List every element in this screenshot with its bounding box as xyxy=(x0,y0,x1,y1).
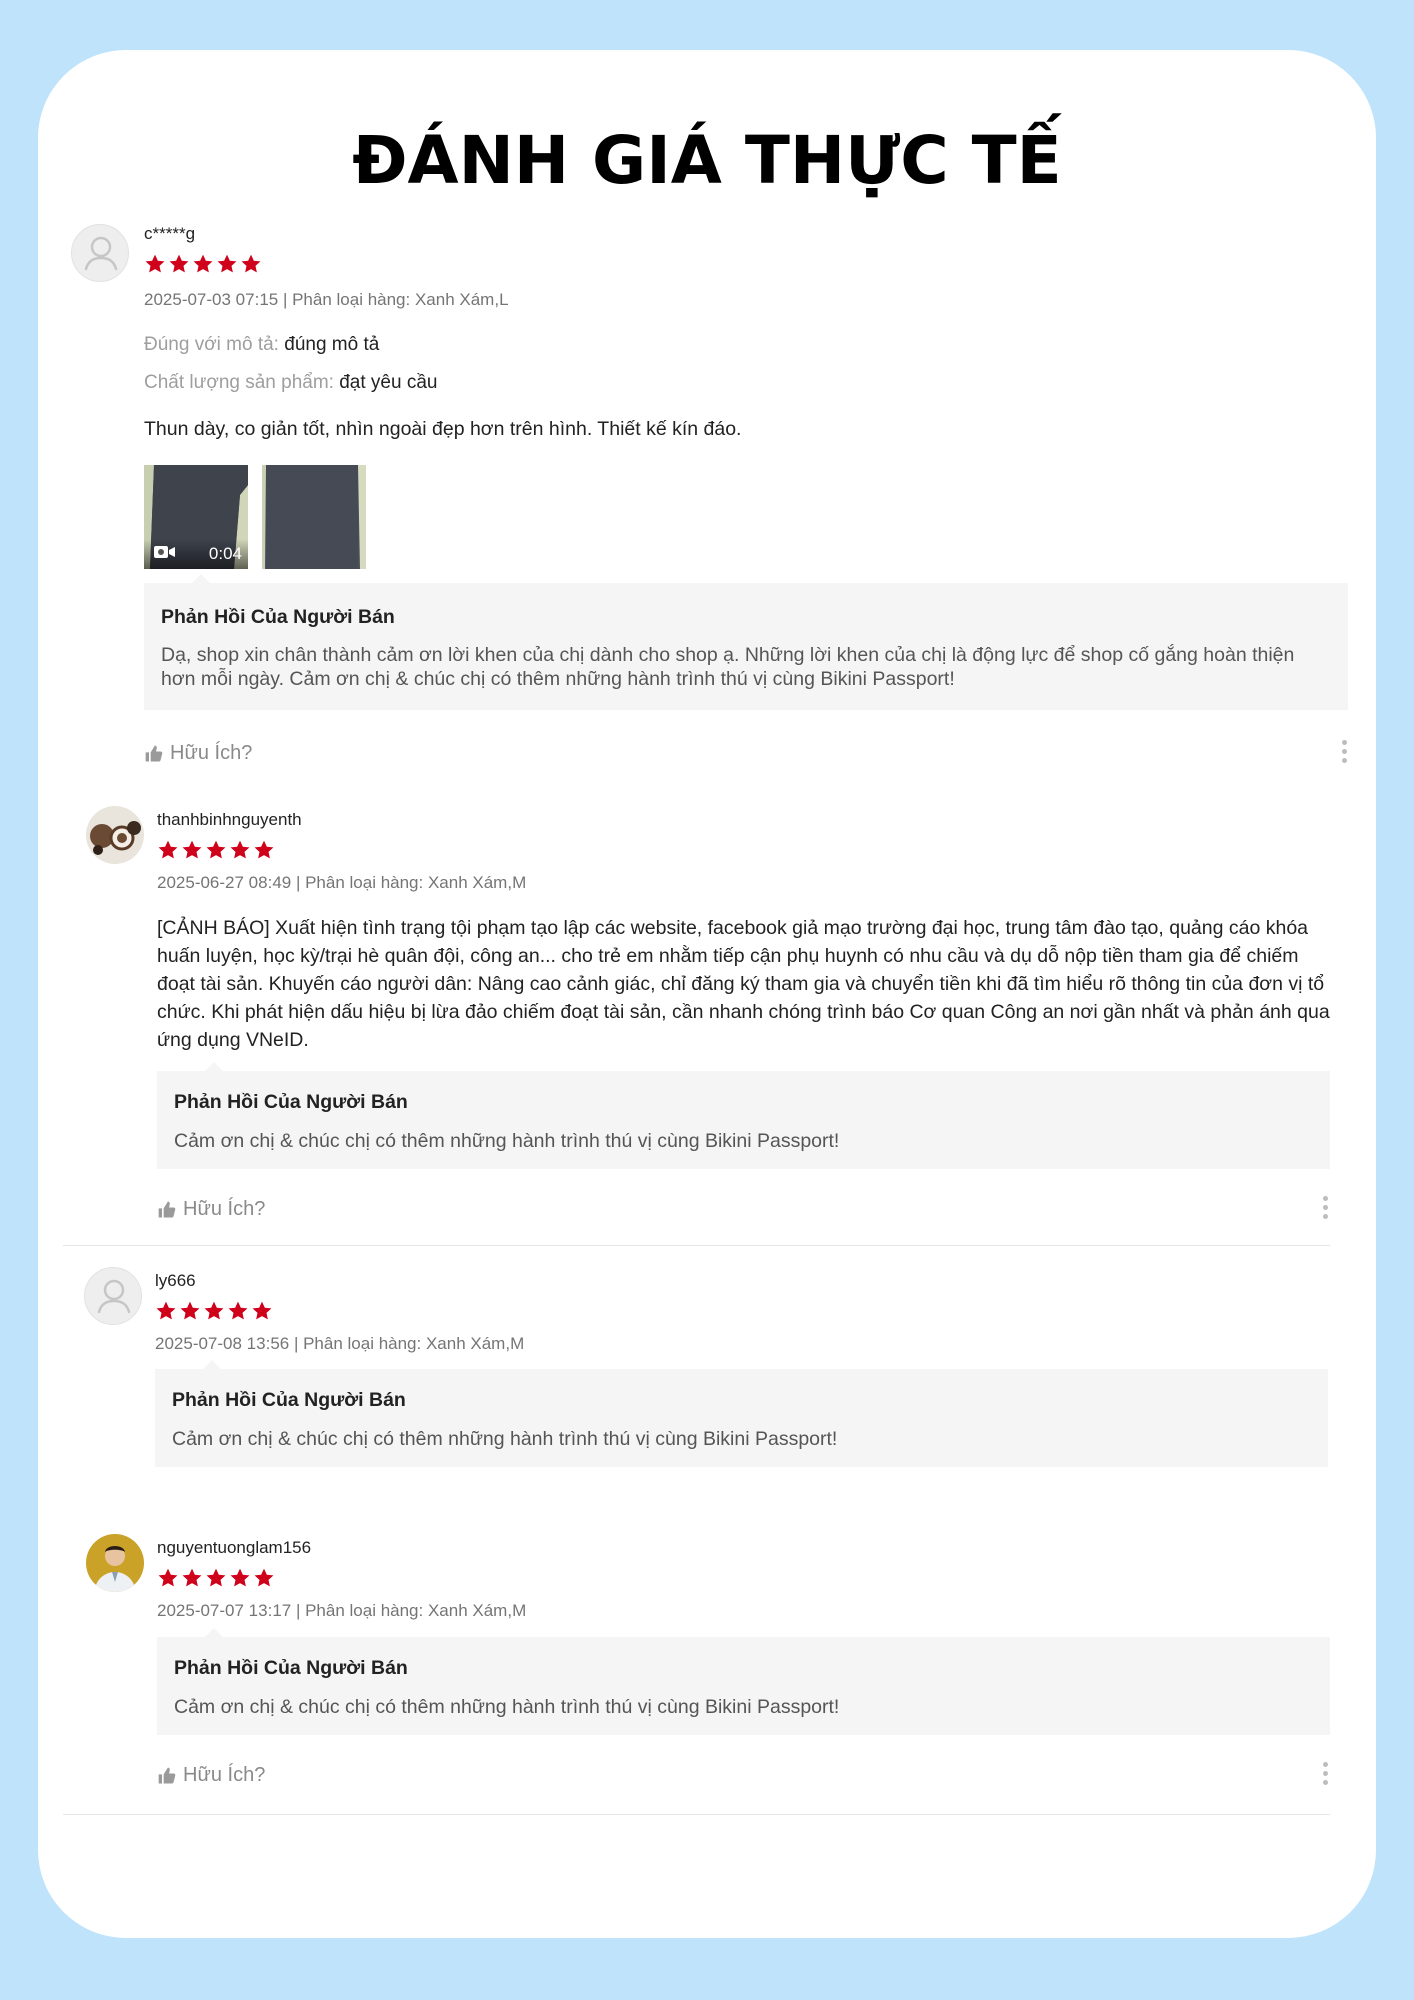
seller-reply: Phản Hồi Của Người Bán Cảm ơn chị & chúc… xyxy=(157,1628,1330,1735)
rating-stars xyxy=(157,1567,275,1589)
seller-reply-text: Cảm ơn chị & chúc chị có thêm những hành… xyxy=(172,1428,838,1450)
star-icon xyxy=(155,1300,177,1322)
star-icon xyxy=(229,1567,251,1589)
seller-reply-text: Cảm ơn chị & chúc chị có thêm những hành… xyxy=(174,1696,840,1718)
star-icon xyxy=(251,1300,273,1322)
review-divider xyxy=(63,1245,1330,1246)
review-meta: 2025-07-03 07:15 | Phân loại hàng: Xanh … xyxy=(144,290,509,309)
review-comment: Thun dày, co giản tốt, nhìn ngoài đẹp hơ… xyxy=(144,418,742,440)
star-icon xyxy=(168,253,190,275)
field-key: Đúng với mô tả: xyxy=(144,334,279,355)
thumbs-up-icon xyxy=(157,1766,177,1786)
seller-reply-text: Dạ, shop xin chân thành cảm ơn lời khen … xyxy=(161,644,1295,690)
review-username[interactable]: c*****g xyxy=(144,224,195,244)
star-icon xyxy=(181,839,203,861)
review-meta: 2025-07-08 13:56 | Phân loại hàng: Xanh … xyxy=(155,1334,525,1353)
review-meta: 2025-06-27 08:49 | Phân loại hàng: Xanh … xyxy=(157,873,527,892)
review-divider xyxy=(63,1814,1330,1815)
star-icon xyxy=(227,1300,249,1322)
more-options-icon[interactable] xyxy=(1321,1196,1329,1222)
video-camera-icon xyxy=(154,544,176,564)
seller-reply-title: Phản Hồi Của Người Bán xyxy=(161,606,395,628)
image-frame xyxy=(262,465,366,569)
seller-reply-text: Cảm ơn chị & chúc chị có thêm những hành… xyxy=(174,1130,840,1152)
star-icon xyxy=(240,253,262,275)
video-info-bar: 0:04 xyxy=(144,539,248,569)
star-icon xyxy=(253,839,275,861)
rating-stars xyxy=(157,839,275,861)
thumbs-up-icon xyxy=(144,744,164,764)
seller-reply: Phản Hồi Của Người Bán Cảm ơn chị & chúc… xyxy=(157,1062,1330,1169)
star-icon xyxy=(179,1300,201,1322)
review-meta: 2025-07-07 13:17 | Phân loại hàng: Xanh … xyxy=(157,1601,527,1620)
helpful-button[interactable]: Hữu Ích? xyxy=(157,1198,265,1221)
user-avatar-icon[interactable] xyxy=(71,224,129,282)
star-icon xyxy=(205,839,227,861)
helpful-label: Hữu Ích? xyxy=(183,1198,266,1220)
helpful-label: Hữu Ích? xyxy=(183,1764,266,1786)
review-username[interactable]: thanhbinhnguyenth xyxy=(157,810,302,830)
more-options-icon[interactable] xyxy=(1321,1762,1329,1788)
star-icon xyxy=(203,1300,225,1322)
helpful-button[interactable]: Hữu Ích? xyxy=(144,742,252,765)
star-icon xyxy=(157,1567,179,1589)
page-title: ĐÁNH GIÁ THỰC TẾ xyxy=(352,122,1062,199)
review-field-description: Đúng với mô tả: đúng mô tả xyxy=(144,334,379,356)
helpful-button[interactable]: Hữu Ích? xyxy=(157,1764,265,1787)
review-username[interactable]: nguyentuonglam156 xyxy=(157,1538,311,1558)
field-key: Chất lượng sản phẩm: xyxy=(144,372,334,393)
field-value: đúng mô tả xyxy=(284,334,380,355)
user-avatar-photo[interactable] xyxy=(86,1534,144,1592)
video-duration: 0:04 xyxy=(208,544,242,563)
more-options-icon[interactable] xyxy=(1340,740,1348,766)
user-avatar-icon[interactable] xyxy=(84,1267,142,1325)
helpful-label: Hữu Ích? xyxy=(170,742,253,764)
review-username[interactable]: ly666 xyxy=(155,1271,196,1291)
review-image-thumbnail[interactable] xyxy=(262,465,366,569)
star-icon xyxy=(229,839,251,861)
seller-reply-title: Phản Hồi Của Người Bán xyxy=(174,1657,408,1679)
review-comment: [CẢNH BÁO] Xuất hiện tình trạng tội phạm… xyxy=(157,917,1330,1051)
seller-reply: Phản Hồi Của Người Bán Cảm ơn chị & chúc… xyxy=(155,1360,1328,1467)
thumbs-up-icon xyxy=(157,1200,177,1220)
seller-reply-title: Phản Hồi Của Người Bán xyxy=(174,1091,408,1113)
reviews-card: ĐÁNH GIÁ THỰC TẾ c*****g 2025-07-03 07:1… xyxy=(38,50,1376,1938)
review-video-thumbnail[interactable]: 0:04 xyxy=(144,465,248,569)
star-icon xyxy=(181,1567,203,1589)
star-icon xyxy=(216,253,238,275)
star-icon xyxy=(157,839,179,861)
review-field-quality: Chất lượng sản phẩm: đạt yêu cầu xyxy=(144,372,437,394)
star-icon xyxy=(253,1567,275,1589)
rating-stars xyxy=(155,1300,273,1322)
star-icon xyxy=(192,253,214,275)
field-value: đạt yêu cầu xyxy=(339,372,438,393)
star-icon xyxy=(144,253,166,275)
rating-stars xyxy=(144,253,262,275)
seller-reply: Phản Hồi Của Người Bán Dạ, shop xin chân… xyxy=(144,574,1348,710)
star-icon xyxy=(205,1567,227,1589)
user-avatar-photo[interactable] xyxy=(86,806,144,864)
seller-reply-title: Phản Hồi Của Người Bán xyxy=(172,1389,406,1411)
